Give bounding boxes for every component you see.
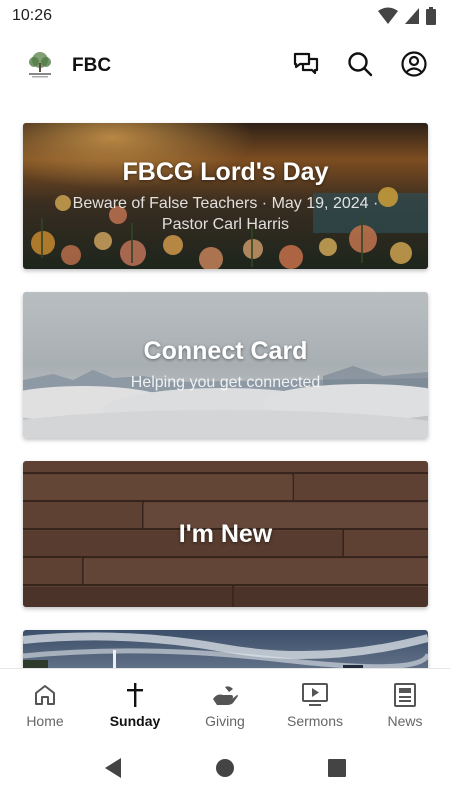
giving-hand-icon [211, 681, 239, 709]
im-new-card[interactable]: I'm New [23, 461, 428, 607]
app-actions [286, 46, 434, 86]
system-back-button[interactable] [57, 740, 169, 800]
search-icon [347, 51, 373, 82]
home-circle-icon [215, 758, 235, 783]
account-icon [401, 50, 427, 82]
search-button[interactable] [340, 46, 380, 86]
card-subtitle-line-1: Beware of False Teachers · May 19, 2024 … [72, 194, 379, 212]
nav-label: Giving [205, 712, 245, 729]
sermons-video-icon [301, 681, 329, 709]
nav-item-home[interactable]: Home [0, 669, 90, 740]
card-subtitle: Beware of False Teachers · May 19, 2024 … [73, 193, 379, 235]
status-bar: 10:26 [0, 0, 450, 32]
nav-label: Sermons [286, 712, 344, 729]
nav-item-giving[interactable]: Giving [180, 669, 270, 740]
status-icons [378, 7, 436, 25]
system-home-button[interactable] [169, 740, 281, 800]
bottom-navigation: Home Sunday Giving Sermons News [0, 668, 450, 740]
app-bar: FBC [0, 38, 450, 94]
cross-icon [125, 681, 145, 709]
home-icon [33, 681, 57, 709]
content-feed[interactable]: FBCG Lord's Day Beware of False Teachers… [0, 100, 450, 668]
signal-icon [404, 7, 420, 25]
account-button[interactable] [394, 46, 434, 86]
news-icon [393, 681, 417, 709]
status-time: 10:26 [12, 7, 53, 24]
recents-icon [327, 758, 347, 783]
nav-label: News [387, 712, 423, 729]
nav-label: Home [26, 712, 64, 729]
nav-item-sermons[interactable]: Sermons [270, 669, 360, 740]
card-title: Connect Card [143, 337, 308, 365]
wifi-icon [378, 7, 398, 25]
card-subtitle-line-2: Pastor Carl Harris [161, 215, 290, 233]
screen: 10:26 FBC FBCG Lord's Day Beware of Fals… [0, 0, 450, 800]
church-sky-image [23, 630, 428, 668]
back-icon [103, 757, 123, 784]
system-navigation-bar [0, 740, 450, 800]
card-subtitle: Helping you get connected [130, 374, 321, 391]
church-logo[interactable] [24, 50, 56, 82]
battery-icon [426, 7, 436, 25]
nav-label: Sunday [109, 712, 161, 729]
lords-day-card[interactable]: FBCG Lord's Day Beware of False Teachers… [23, 123, 428, 269]
app-title: FBC [72, 55, 112, 76]
system-recents-button[interactable] [281, 740, 393, 800]
chat-icon [293, 52, 319, 81]
chat-button[interactable] [286, 46, 326, 86]
connect-card[interactable]: Connect Card Helping you get connected [23, 292, 428, 438]
card-title: I'm New [178, 519, 273, 548]
nav-item-news[interactable]: News [360, 669, 450, 740]
church-card[interactable] [23, 630, 428, 668]
card-title: FBCG Lord's Day [122, 157, 329, 186]
nav-item-sunday[interactable]: Sunday [90, 669, 180, 740]
